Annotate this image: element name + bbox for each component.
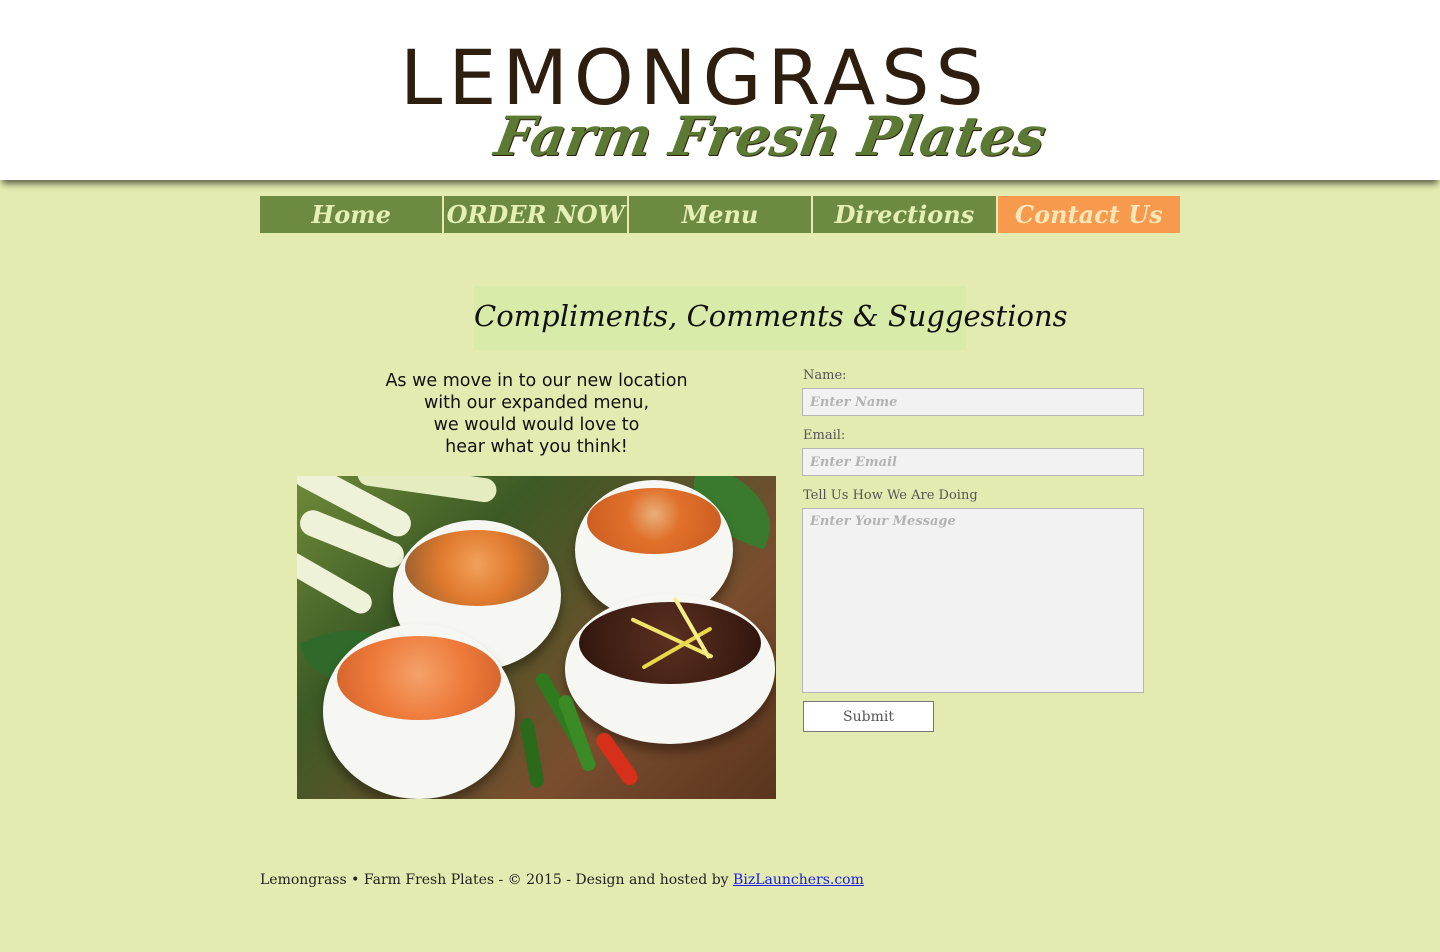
main-nav: Home ORDER NOW Menu Directions Contact U… [260,196,1181,233]
site-footer: Lemongrass • Farm Fresh Plates - © 2015 … [260,872,960,892]
page-title: Compliments, Comments & Suggestions [474,299,1068,333]
message-textarea[interactable] [802,508,1144,693]
nav-item-contact-us[interactable]: Contact Us [997,196,1181,233]
peanut-sauce [405,530,549,606]
intro-line: hear what you think! [445,437,628,457]
heading-banner: Compliments, Comments & Suggestions [474,286,1068,350]
footer-text: Lemongrass • Farm Fresh Plates - © 2015 … [260,872,734,888]
nav-item-home[interactable]: Home [260,196,443,233]
intro-line: we would would love to [433,415,640,435]
nav-item-menu[interactable]: Menu [628,196,812,233]
site-logo[interactable]: LEMONGRASS Farm Fresh Plates [400,38,1051,170]
feedback-form: Name: Email: Tell Us How We Are Doing Su… [802,366,1144,736]
chili-sauce [587,488,721,554]
fish-sauce [337,636,501,720]
logo-tagline: Farm Fresh Plates [490,104,1051,168]
name-label: Name: [803,368,847,383]
intro-text: As we move in to our new location with o… [297,370,776,460]
site-header: LEMONGRASS Farm Fresh Plates [0,0,1440,180]
message-label: Tell Us How We Are Doing [803,488,978,503]
tamarind-sauce [579,602,761,684]
intro-line: As we move in to our new location [385,371,688,391]
nav-item-directions[interactable]: Directions [813,196,996,233]
email-input[interactable] [802,448,1144,476]
sauces-photo [297,476,776,799]
footer-link[interactable]: BizLaunchers.com [733,872,864,888]
name-input[interactable] [802,388,1144,416]
green-chili [519,717,545,789]
submit-button[interactable]: Submit [803,701,934,732]
lemongrass-stalk [297,548,376,618]
intro-line: with our expanded menu, [423,393,650,413]
email-label: Email: [803,428,846,443]
nav-item-order-now[interactable]: ORDER NOW [444,196,627,233]
